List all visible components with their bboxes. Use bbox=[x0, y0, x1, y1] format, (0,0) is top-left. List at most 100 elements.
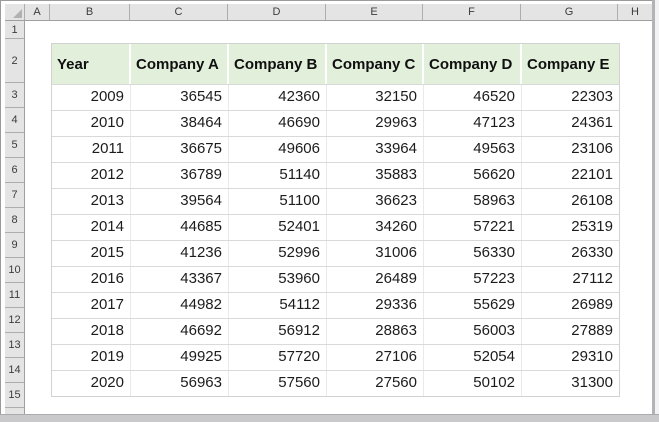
cell-G14[interactable]: 31300 bbox=[522, 371, 619, 396]
row-header-9[interactable]: 9 bbox=[5, 233, 24, 258]
cell-D7[interactable]: 51100 bbox=[229, 189, 327, 214]
cell-D8[interactable]: 52401 bbox=[229, 215, 327, 240]
cell-B2[interactable]: Year bbox=[52, 44, 131, 84]
cell-E6[interactable]: 35883 bbox=[327, 163, 424, 188]
row-header-3[interactable]: 3 bbox=[5, 83, 24, 108]
cell-B9[interactable]: 2015 bbox=[52, 241, 131, 266]
cell-E9[interactable]: 31006 bbox=[327, 241, 424, 266]
cell-F8[interactable]: 57221 bbox=[424, 215, 522, 240]
cell-F7[interactable]: 58963 bbox=[424, 189, 522, 214]
cell-G5[interactable]: 23106 bbox=[522, 137, 619, 162]
cell-B3[interactable]: 2009 bbox=[52, 85, 131, 110]
cell-F11[interactable]: 55629 bbox=[424, 293, 522, 318]
cell-C11[interactable]: 44982 bbox=[131, 293, 229, 318]
cell-D5[interactable]: 49606 bbox=[229, 137, 327, 162]
row-header-14[interactable]: 14 bbox=[5, 358, 24, 383]
cell-E3[interactable]: 32150 bbox=[327, 85, 424, 110]
cell-B4[interactable]: 2010 bbox=[52, 111, 131, 136]
cell-C14[interactable]: 56963 bbox=[131, 371, 229, 396]
cell-F10[interactable]: 57223 bbox=[424, 267, 522, 292]
cell-F14[interactable]: 50102 bbox=[424, 371, 522, 396]
cell-C12[interactable]: 46692 bbox=[131, 319, 229, 344]
cell-D12[interactable]: 56912 bbox=[229, 319, 327, 344]
column-header-E[interactable]: E bbox=[326, 4, 423, 20]
cell-D14[interactable]: 57560 bbox=[229, 371, 327, 396]
cell-D11[interactable]: 54112 bbox=[229, 293, 327, 318]
column-header-C[interactable]: C bbox=[130, 4, 228, 20]
cell-E2[interactable]: Company C bbox=[327, 44, 424, 84]
cell-G11[interactable]: 26989 bbox=[522, 293, 619, 318]
cell-C4[interactable]: 38464 bbox=[131, 111, 229, 136]
cell-F2[interactable]: Company D bbox=[424, 44, 522, 84]
cell-D13[interactable]: 57720 bbox=[229, 345, 327, 370]
cell-G6[interactable]: 22101 bbox=[522, 163, 619, 188]
row-header-11[interactable]: 11 bbox=[5, 283, 24, 308]
cell-C9[interactable]: 41236 bbox=[131, 241, 229, 266]
cell-F9[interactable]: 56330 bbox=[424, 241, 522, 266]
cell-G8[interactable]: 25319 bbox=[522, 215, 619, 240]
cell-C3[interactable]: 36545 bbox=[131, 85, 229, 110]
cell-B5[interactable]: 2011 bbox=[52, 137, 131, 162]
cell-G9[interactable]: 26330 bbox=[522, 241, 619, 266]
cell-D9[interactable]: 52996 bbox=[229, 241, 327, 266]
row-header-1[interactable]: 1 bbox=[5, 21, 24, 39]
cell-G3[interactable]: 22303 bbox=[522, 85, 619, 110]
cell-F13[interactable]: 52054 bbox=[424, 345, 522, 370]
row-header-4[interactable]: 4 bbox=[5, 108, 24, 133]
row-header-10[interactable]: 10 bbox=[5, 258, 24, 283]
cell-E12[interactable]: 28863 bbox=[327, 319, 424, 344]
row-header-13[interactable]: 13 bbox=[5, 333, 24, 358]
cell-G13[interactable]: 29310 bbox=[522, 345, 619, 370]
cell-E7[interactable]: 36623 bbox=[327, 189, 424, 214]
row-header-15[interactable]: 15 bbox=[5, 383, 24, 408]
cell-G10[interactable]: 27112 bbox=[522, 267, 619, 292]
cell-B14[interactable]: 2020 bbox=[52, 371, 131, 396]
cell-C10[interactable]: 43367 bbox=[131, 267, 229, 292]
cell-E10[interactable]: 26489 bbox=[327, 267, 424, 292]
column-header-H[interactable]: H bbox=[618, 4, 652, 20]
cell-D10[interactable]: 53960 bbox=[229, 267, 327, 292]
cell-B13[interactable]: 2019 bbox=[52, 345, 131, 370]
cell-G7[interactable]: 26108 bbox=[522, 189, 619, 214]
cell-C5[interactable]: 36675 bbox=[131, 137, 229, 162]
select-all-corner[interactable] bbox=[5, 4, 25, 20]
cell-D6[interactable]: 51140 bbox=[229, 163, 327, 188]
column-header-F[interactable]: F bbox=[423, 4, 521, 20]
column-header-B[interactable]: B bbox=[50, 4, 130, 20]
cell-B10[interactable]: 2016 bbox=[52, 267, 131, 292]
cell-B8[interactable]: 2014 bbox=[52, 215, 131, 240]
cell-C6[interactable]: 36789 bbox=[131, 163, 229, 188]
cell-F4[interactable]: 47123 bbox=[424, 111, 522, 136]
row-header-8[interactable]: 8 bbox=[5, 208, 24, 233]
column-header-A[interactable]: A bbox=[25, 4, 50, 20]
cell-E13[interactable]: 27106 bbox=[327, 345, 424, 370]
cell-F5[interactable]: 49563 bbox=[424, 137, 522, 162]
cell-G12[interactable]: 27889 bbox=[522, 319, 619, 344]
cell-C13[interactable]: 49925 bbox=[131, 345, 229, 370]
row-header-6[interactable]: 6 bbox=[5, 158, 24, 183]
cell-E5[interactable]: 33964 bbox=[327, 137, 424, 162]
cell-E14[interactable]: 27560 bbox=[327, 371, 424, 396]
cell-B7[interactable]: 2013 bbox=[52, 189, 131, 214]
cell-F3[interactable]: 46520 bbox=[424, 85, 522, 110]
column-header-D[interactable]: D bbox=[228, 4, 326, 20]
cell-F6[interactable]: 56620 bbox=[424, 163, 522, 188]
cell-D3[interactable]: 42360 bbox=[229, 85, 327, 110]
cell-D2[interactable]: Company B bbox=[229, 44, 327, 84]
row-header-2[interactable]: 2 bbox=[5, 39, 24, 83]
cell-E8[interactable]: 34260 bbox=[327, 215, 424, 240]
row-header-7[interactable]: 7 bbox=[5, 183, 24, 208]
cell-B11[interactable]: 2017 bbox=[52, 293, 131, 318]
cell-C8[interactable]: 44685 bbox=[131, 215, 229, 240]
cell-G2[interactable]: Company E bbox=[522, 44, 619, 84]
cell-D4[interactable]: 46690 bbox=[229, 111, 327, 136]
cell-G4[interactable]: 24361 bbox=[522, 111, 619, 136]
cell-B12[interactable]: 2018 bbox=[52, 319, 131, 344]
cell-E11[interactable]: 29336 bbox=[327, 293, 424, 318]
cell-E4[interactable]: 29963 bbox=[327, 111, 424, 136]
column-header-G[interactable]: G bbox=[521, 4, 618, 20]
row-header-12[interactable]: 12 bbox=[5, 308, 24, 333]
cell-F12[interactable]: 56003 bbox=[424, 319, 522, 344]
cell-C7[interactable]: 39564 bbox=[131, 189, 229, 214]
row-header-5[interactable]: 5 bbox=[5, 133, 24, 158]
